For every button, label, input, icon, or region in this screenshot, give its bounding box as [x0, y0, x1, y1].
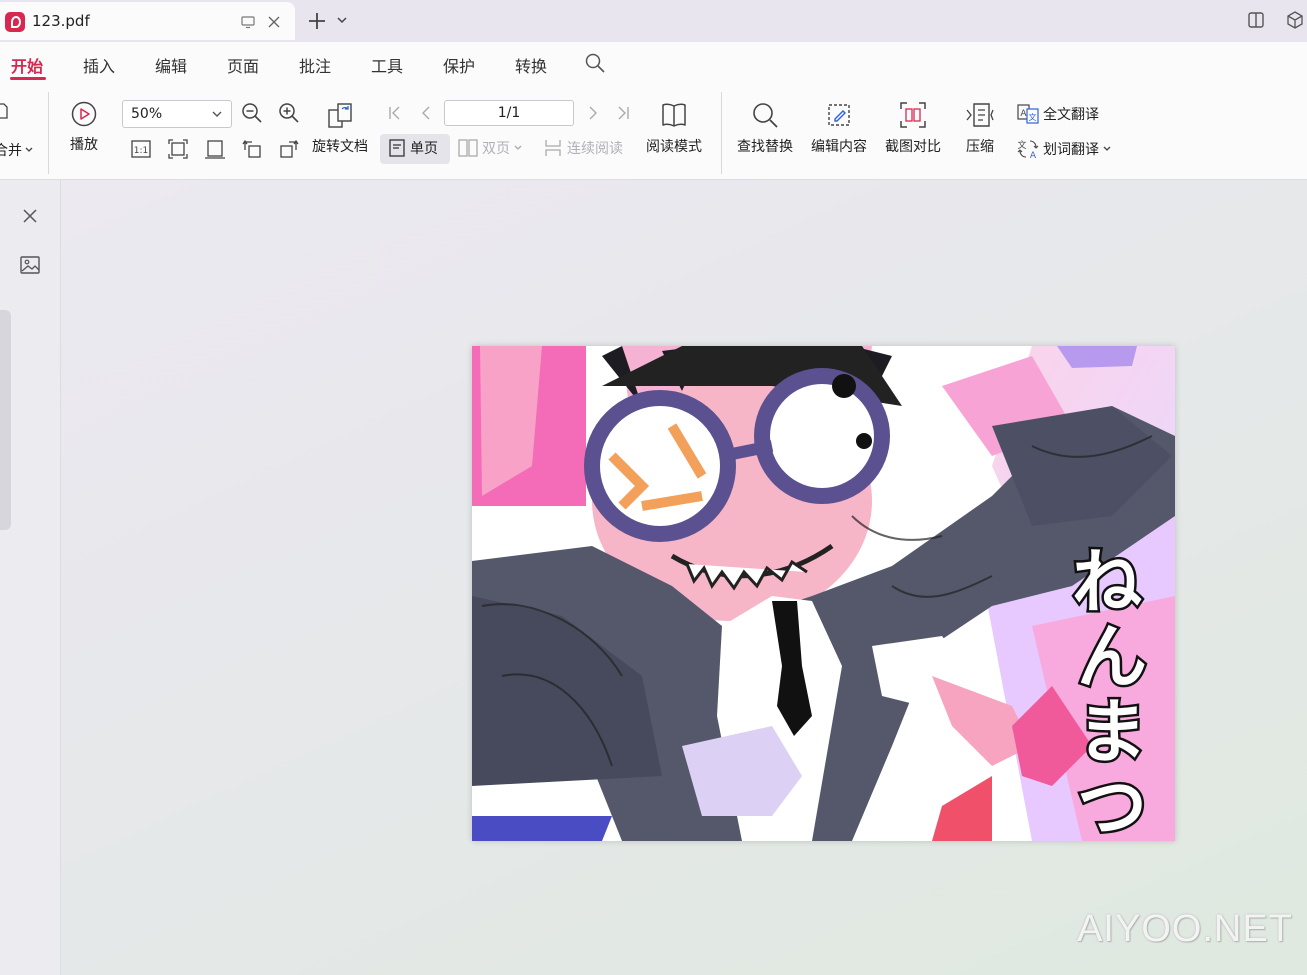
svg-text:文: 文 [1029, 112, 1037, 122]
book-icon [662, 103, 686, 127]
svg-text:文: 文 [1017, 139, 1026, 151]
ribbon-toolbar: 合并 播放 50% 1:1 旋转文档 1/1 单页 双页 连续阅读 阅读模式 查… [0, 86, 1307, 180]
ribbon-divider [48, 92, 49, 174]
artwork-text-ne: ね [1072, 541, 1142, 623]
document-canvas[interactable]: ね ん ま つ [61, 180, 1307, 975]
screenshot-compare-button[interactable]: 截图对比 [885, 100, 941, 156]
artwork-text-n: ん [1077, 616, 1147, 698]
chevron-down-icon[interactable] [336, 15, 348, 25]
full-translate-label: 全文翻译 [1043, 107, 1099, 123]
double-page-icon [458, 139, 478, 157]
title-bar: 123.pdf [0, 0, 1307, 42]
play-label: 播放 [70, 137, 98, 153]
rotate-document-button[interactable]: 旋转文档 [312, 100, 368, 156]
page-number-input[interactable]: 1/1 [444, 100, 574, 126]
close-tab-icon[interactable] [266, 14, 282, 30]
reading-mode-button[interactable]: 阅读模式 [646, 100, 702, 156]
search-icon[interactable] [584, 52, 606, 74]
last-page-icon[interactable] [614, 104, 632, 122]
rotate-right-icon[interactable] [278, 138, 300, 160]
image-icon[interactable] [19, 254, 41, 276]
zoom-value: 50% [131, 106, 163, 122]
zoom-select[interactable]: 50% [122, 100, 232, 128]
menu-tab-tools[interactable]: 工具 [371, 53, 403, 77]
menu-tab-edit[interactable]: 编辑 [155, 53, 187, 77]
menu-tab-convert[interactable]: 转换 [515, 53, 547, 77]
site-watermark: AIYOO.NET [1077, 908, 1293, 950]
previous-page-icon[interactable] [418, 104, 436, 122]
rotate-document-icon [328, 103, 352, 128]
tab-title: 123.pdf [32, 12, 90, 30]
menu-tab-insert[interactable]: 插入 [83, 53, 115, 77]
word-translate-button[interactable]: 文A 划词翻译 [1017, 138, 1112, 160]
actual-size-icon[interactable]: 1:1 [130, 138, 152, 160]
word-translate-label: 划词翻译 [1043, 142, 1099, 158]
document-tab[interactable]: 123.pdf [0, 2, 295, 40]
artwork-illustration: ね ん ま つ [472, 346, 1175, 841]
monitor-icon[interactable] [240, 14, 256, 30]
edit-content-icon [828, 104, 850, 126]
screenshot-compare-label: 截图对比 [885, 139, 941, 155]
close-icon[interactable] [20, 206, 40, 226]
play-button[interactable]: 播放 [70, 100, 98, 154]
cube-icon[interactable] [1285, 10, 1305, 30]
sidebar-resize-handle[interactable] [0, 310, 11, 530]
compress-icon [966, 103, 994, 127]
first-page-icon[interactable] [386, 104, 404, 122]
layout-icon[interactable] [1246, 10, 1266, 30]
zoom-out-icon[interactable] [241, 102, 263, 124]
screenshot-compare-icon [900, 102, 926, 128]
full-translate-button[interactable]: A文 全文翻译 [1017, 103, 1099, 125]
compress-label: 压缩 [966, 139, 994, 155]
menu-tab-protect[interactable]: 保护 [443, 53, 475, 77]
zoom-in-icon[interactable] [278, 102, 300, 124]
find-replace-label: 查找替换 [737, 139, 793, 155]
rotate-left-icon[interactable] [241, 138, 263, 160]
edit-content-label: 编辑内容 [811, 139, 867, 155]
svg-text:A: A [1020, 109, 1027, 119]
menu-tab-page[interactable]: 页面 [227, 53, 259, 77]
edit-content-button[interactable]: 编辑内容 [811, 100, 867, 156]
merge-label: 合并 [0, 143, 22, 159]
magnifier-icon [753, 103, 778, 128]
svg-text:1:1: 1:1 [134, 146, 148, 156]
continuous-reading-label: 连续阅读 [567, 141, 623, 157]
continuous-reading-icon [545, 140, 561, 156]
double-page-label: 双页 [482, 141, 510, 157]
play-icon [71, 101, 97, 127]
app-logo-icon [5, 12, 25, 32]
ribbon-divider [721, 92, 722, 174]
fit-page-icon[interactable] [167, 138, 189, 160]
merge-button[interactable]: 合并 [0, 140, 34, 160]
pdf-page[interactable]: ね ん ま つ [472, 346, 1175, 841]
fit-width-icon[interactable] [204, 138, 226, 160]
compress-button[interactable]: 压缩 [965, 100, 995, 156]
single-page-label: 单页 [410, 141, 438, 157]
single-page-icon [389, 139, 405, 157]
word-translate-icon: 文A [1017, 139, 1039, 160]
active-tab-indicator [10, 77, 46, 80]
next-page-icon[interactable] [583, 104, 601, 122]
rotate-document-label: 旋转文档 [312, 139, 368, 155]
menu-bar: 开始 插入 编辑 页面 批注 工具 保护 转换 [0, 42, 1307, 86]
chevron-down-icon [211, 109, 223, 119]
artwork-text-tsu: つ [1077, 766, 1147, 841]
single-page-button[interactable]: 单页 [388, 138, 438, 158]
continuous-reading-button[interactable]: 连续阅读 [543, 138, 623, 158]
svg-text:A: A [1030, 151, 1037, 160]
double-page-button[interactable]: 双页 [458, 138, 523, 158]
merge-icon[interactable] [0, 100, 10, 122]
menu-tab-annotate[interactable]: 批注 [299, 53, 331, 77]
menu-tab-start[interactable]: 开始 [11, 53, 43, 77]
artwork-text-ma: ま [1077, 691, 1147, 773]
plus-icon[interactable] [307, 11, 327, 31]
reading-mode-label: 阅读模式 [646, 139, 702, 155]
find-replace-button[interactable]: 查找替换 [737, 100, 793, 156]
translate-icon: A文 [1017, 104, 1039, 124]
left-sidebar [0, 180, 61, 975]
